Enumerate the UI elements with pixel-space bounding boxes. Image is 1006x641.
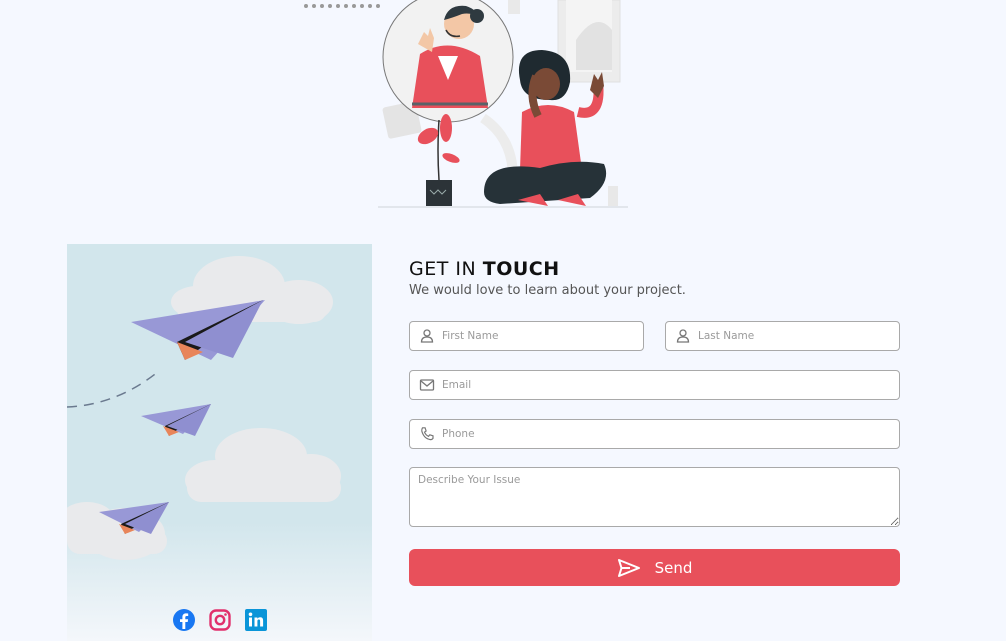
first-name-field (409, 321, 644, 351)
paper-plane-medium (141, 404, 211, 436)
paper-plane-panel (67, 244, 372, 641)
decorative-dots (304, 4, 380, 8)
contact-title: GET IN TOUCH (409, 258, 560, 280)
linkedin-icon[interactable] (244, 608, 268, 632)
phone-icon (421, 427, 434, 441)
facebook-icon[interactable] (172, 608, 196, 632)
paper-plane-illustration (67, 256, 341, 560)
user-icon (420, 329, 434, 343)
contact-subtitle: We would love to learn about your projec… (409, 283, 686, 298)
mail-icon (419, 379, 435, 391)
instagram-icon[interactable] (208, 608, 232, 632)
send-button[interactable]: Send (409, 549, 900, 586)
issue-textarea[interactable] (409, 467, 900, 527)
last-name-field (665, 321, 900, 351)
social-links (67, 608, 372, 632)
title-bold: TOUCH (482, 258, 560, 280)
phone-field (409, 419, 900, 449)
user-icon (676, 329, 690, 343)
hero-illustration (304, 0, 628, 208)
phone-input[interactable] (442, 420, 899, 448)
last-name-input[interactable] (698, 322, 899, 350)
first-name-input[interactable] (442, 322, 643, 350)
title-light: GET IN (409, 258, 477, 280)
send-icon (617, 558, 640, 577)
email-field (409, 370, 900, 400)
email-input[interactable] (442, 371, 899, 399)
send-label: Send (654, 558, 693, 577)
